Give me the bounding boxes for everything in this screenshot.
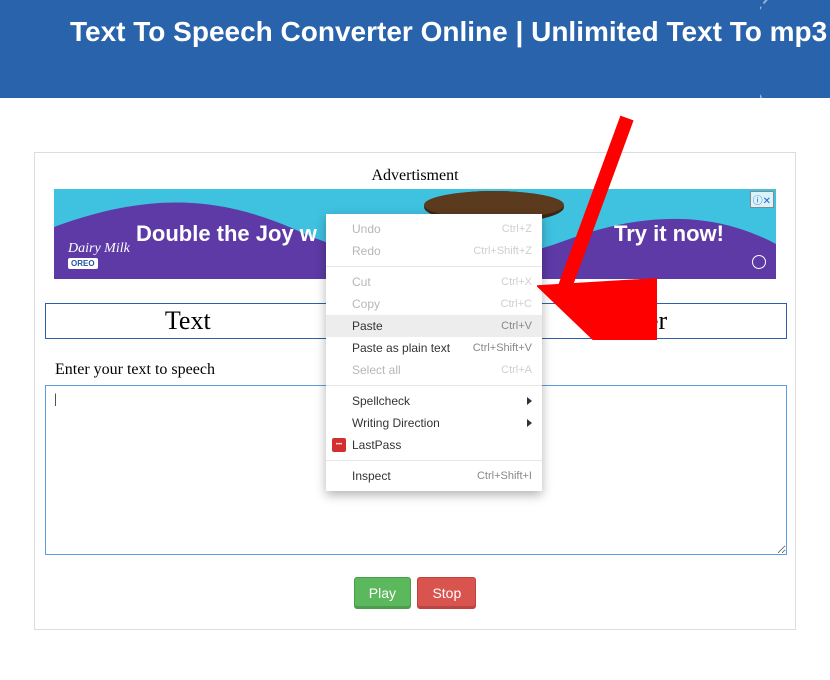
context-menu-shortcut: Ctrl+Z — [502, 223, 532, 235]
stop-button[interactable]: Stop — [417, 577, 476, 609]
context-menu-separator — [326, 266, 542, 267]
context-menu-item-label: Writing Direction — [352, 416, 527, 430]
button-row: Play Stop — [45, 577, 785, 609]
context-menu-item-label: Redo — [352, 244, 473, 258]
ad-text-right: Try it now! — [614, 221, 724, 247]
context-menu-item-copy: CopyCtrl+C — [326, 293, 542, 315]
page-title: Text To Speech Converter Online | Unlimi… — [70, 14, 830, 49]
context-menu-item-label: Copy — [352, 297, 501, 311]
context-menu-item-label: Spellcheck — [352, 394, 527, 408]
chevron-right-icon — [527, 419, 532, 427]
context-menu-shortcut: Ctrl+A — [501, 364, 532, 376]
context-menu-item-cut: CutCtrl+X — [326, 271, 542, 293]
context-menu-item-label: Cut — [352, 275, 501, 289]
ad-label: Advertisment — [45, 167, 785, 185]
context-menu-shortcut: Ctrl+Shift+Z — [473, 245, 532, 257]
context-menu-item-writing-direction[interactable]: Writing Direction — [326, 412, 542, 434]
ad-choices-icon[interactable] — [752, 255, 766, 269]
context-menu-item-spellcheck[interactable]: Spellcheck — [326, 390, 542, 412]
context-menu-shortcut: Ctrl+X — [501, 276, 532, 288]
context-menu-separator — [326, 385, 542, 386]
header-decoration — [760, 0, 830, 98]
ad-close-button[interactable]: ⓘ✕ — [750, 191, 774, 208]
context-menu-item-label: Undo — [352, 222, 502, 236]
context-menu-shortcut: Ctrl+Shift+I — [477, 470, 532, 482]
play-button[interactable]: Play — [354, 577, 411, 609]
context-menu-shortcut: Ctrl+V — [501, 320, 532, 332]
ad-brand-logo: Dairy Milk OREO — [68, 241, 130, 269]
context-menu-item-paste-plain[interactable]: Paste as plain textCtrl+Shift+V — [326, 337, 542, 359]
page-header: Text To Speech Converter Online | Unlimi… — [0, 0, 830, 98]
context-menu-item-paste[interactable]: PasteCtrl+V — [326, 315, 542, 337]
context-menu-item-lastpass[interactable]: LastPass — [326, 434, 542, 456]
context-menu-item-label: Paste as plain text — [352, 341, 473, 355]
context-menu-shortcut: Ctrl+Shift+V — [473, 342, 532, 354]
ad-text-left: Double the Joy w — [136, 221, 317, 247]
context-menu-item-redo: RedoCtrl+Shift+Z — [326, 240, 542, 262]
context-menu-item-label: LastPass — [352, 438, 532, 452]
context-menu-item-label: Paste — [352, 319, 501, 333]
context-menu-item-inspect[interactable]: InspectCtrl+Shift+I — [326, 465, 542, 487]
context-menu-separator — [326, 460, 542, 461]
lastpass-icon — [332, 438, 346, 452]
context-menu-item-label: Select all — [352, 363, 501, 377]
context-menu-item-select-all: Select allCtrl+A — [326, 359, 542, 381]
context-menu-item-undo: UndoCtrl+Z — [326, 218, 542, 240]
context-menu-shortcut: Ctrl+C — [501, 298, 532, 310]
context-menu-item-label: Inspect — [352, 469, 477, 483]
context-menu: UndoCtrl+ZRedoCtrl+Shift+ZCutCtrl+XCopyC… — [326, 214, 542, 491]
chevron-right-icon — [527, 397, 532, 405]
